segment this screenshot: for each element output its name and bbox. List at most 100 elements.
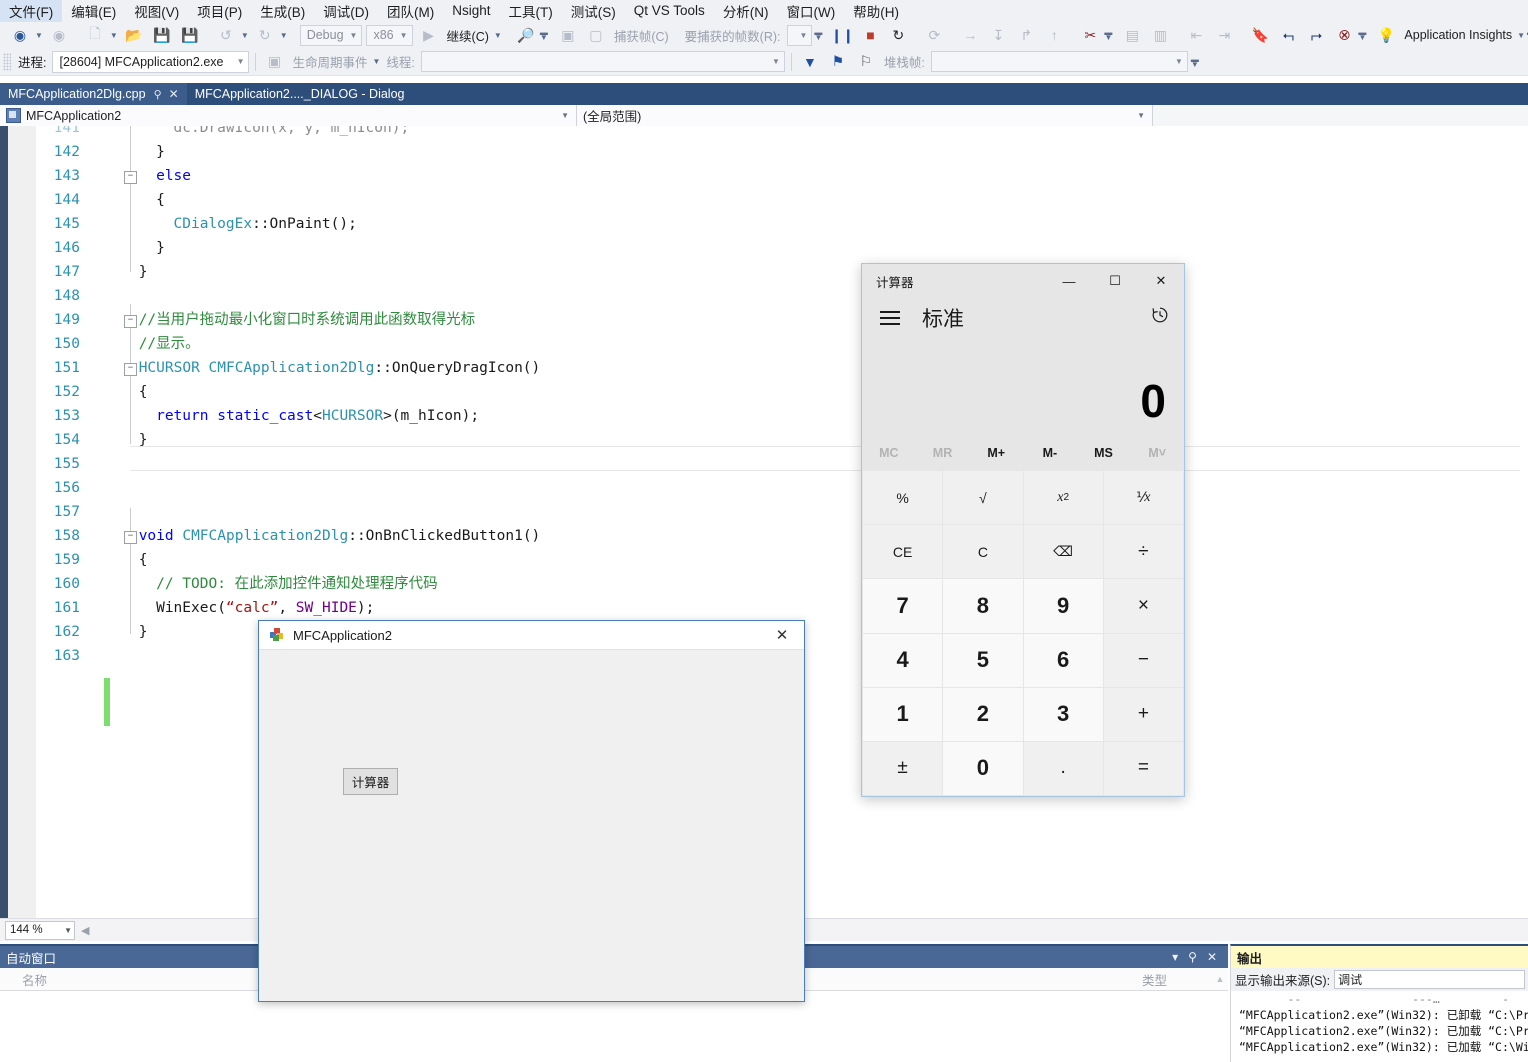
code-line[interactable]: void CMFCApplication2Dlg::OnBnClickedBut… [139,524,541,548]
calculator-launch-button[interactable]: 计算器 [343,768,398,795]
save-icon[interactable]: 💾 [148,24,176,46]
start-debug-icon[interactable]: ▶ [415,24,443,46]
redo-dropdown-icon[interactable]: ▼ [280,31,288,40]
comment-selection-icon[interactable]: ▤ [1118,24,1146,46]
toggle-bookmark-icon[interactable]: 🔖 [1246,24,1274,46]
step-up-icon[interactable]: ↑ [1040,24,1068,46]
toolbar-overflow-icon[interactable]: ▬▼ [814,25,822,45]
digit-3-button[interactable]: 3 [1023,687,1103,741]
memory-store-button[interactable]: MS [1077,446,1131,460]
close-icon[interactable]: ✕ [760,621,804,649]
class-select[interactable]: MFCApplication2 ▼ [0,105,577,126]
output-panel-body[interactable]: -- ---… - “MFCApplication2.exe”(Win32): … [1231,991,1528,1062]
subtract-button[interactable]: − [1103,633,1183,687]
process-select[interactable]: [28604] MFCApplication2.exe ▼ [52,50,250,73]
code-line[interactable]: WinExec(“calc”, SW_HIDE); [156,596,374,620]
lifecycle-events-dropdown-icon[interactable]: ▼ [373,57,381,66]
attach-process-icon[interactable]: 🔎 [512,24,540,46]
scroll-left-icon[interactable]: ◀ [75,924,95,937]
digit-8-button[interactable]: 8 [943,579,1023,633]
autos-column-type[interactable]: 类型 [1142,970,1212,989]
code-line[interactable]: } [156,140,165,164]
toolbar-overflow-icon[interactable]: ▬▼ [1104,25,1112,45]
application-insights-dropdown-icon[interactable]: ▼ [1517,31,1525,40]
digit-0-button[interactable]: 0 [943,741,1023,795]
navigate-forward-icon[interactable]: ◉ [45,24,73,46]
restart-icon[interactable]: ↻ [884,24,912,46]
code-line[interactable]: return static_cast<HCURSOR>(m_hIcon); [156,404,479,428]
fold-toggle-icon[interactable]: − [124,171,137,184]
show-next-statement-icon[interactable]: ⟳ [920,24,948,46]
digit-6-button[interactable]: 6 [1023,633,1103,687]
calculator-window[interactable]: 计算器 — ☐ ✕ 标准 0 MC MR M+ M- MS M˅ % √ x 2 ⅟ x C… [861,263,1185,797]
calculator-title-bar[interactable]: 计算器 — ☐ ✕ [862,264,1184,298]
new-project-icon[interactable]: 🗋 [81,24,109,46]
tab-mfcapplication2-dialog[interactable]: MFCApplication2...._DIALOG - Dialog [186,83,413,105]
history-icon[interactable] [1150,305,1170,331]
undo-icon[interactable]: ↺ [212,24,240,46]
maximize-icon[interactable]: ☐ [1092,265,1138,297]
code-line[interactable]: else [156,164,191,188]
lifecycle-events-label[interactable]: 生命周期事件 [288,52,371,71]
member-select[interactable]: (全局范围) ▼ [577,105,1153,126]
step-out-icon[interactable]: ↱ [1012,24,1040,46]
menu-help[interactable]: 帮助(H) [844,0,908,24]
code-line[interactable]: } [156,236,165,260]
digit-9-button[interactable]: 9 [1023,579,1103,633]
output-source-select[interactable]: 调试 [1334,970,1525,989]
menu-analyze[interactable]: 分析(N) [714,0,778,24]
digit-2-button[interactable]: 2 [943,687,1023,741]
previous-bookmark-icon[interactable]: ⮢ [1274,24,1302,46]
breakpoints-icon[interactable]: ✂ [1076,24,1104,46]
scroll-up-icon[interactable]: ▲ [1212,974,1228,984]
memory-add-button[interactable]: M+ [969,446,1023,460]
open-file-icon[interactable]: 📂 [120,24,148,46]
fold-toggle-icon[interactable]: − [124,363,137,376]
clear-entry-button[interactable]: CE [863,525,943,579]
toolbar-overflow-icon[interactable]: ▬▼ [540,25,548,45]
percent-button[interactable]: % [863,471,943,525]
code-line[interactable]: { [139,548,148,572]
continue-label[interactable]: 继续(C) [443,26,493,45]
code-line[interactable]: } [139,620,148,644]
stack-frame-select[interactable]: ▼ [930,51,1188,72]
solution-configuration-select[interactable]: Debug ▼ [299,24,363,46]
code-line[interactable]: dc.DrawIcon(x, y, m_hIcon); [174,126,410,140]
code-line[interactable]: } [139,428,148,452]
backspace-button[interactable]: ⌫ [1023,525,1103,579]
menu-qt-vs-tools[interactable]: Qt VS Tools [625,1,714,21]
step-over-icon[interactable]: → [956,24,984,46]
memory-subtract-button[interactable]: M- [1023,446,1077,460]
code-line[interactable]: { [156,188,165,212]
menu-nsight[interactable]: Nsight [443,1,499,21]
menu-project[interactable]: 项目(P) [188,0,251,24]
code-line[interactable]: { [139,380,148,404]
code-line[interactable]: CDialogEx::OnPaint(); [174,212,357,236]
uncomment-selection-icon[interactable]: ▥ [1146,24,1174,46]
pin-icon[interactable]: ⚲ [154,88,162,101]
frames-to-capture-select[interactable]: ▼ [786,24,813,46]
memory-list-button[interactable]: M˅ [1130,446,1184,460]
zoom-level-select[interactable]: 144 % ▼ [5,920,75,940]
solution-platform-select[interactable]: x86 ▼ [366,24,413,46]
menu-team[interactable]: 团队(M) [378,0,443,24]
undo-dropdown-icon[interactable]: ▼ [241,31,249,40]
increase-indent-icon[interactable]: ⇥ [1210,24,1238,46]
capture-frame-label[interactable]: 捕获帧(C) [610,26,673,45]
sign-button[interactable]: ± [863,741,943,795]
stop-debugging-icon[interactable]: ■ [856,24,884,46]
flag-toggle-icon[interactable]: ⚐ [852,51,880,73]
pin-icon[interactable]: ⚲ [1183,950,1202,964]
close-icon[interactable]: ✕ [1202,950,1222,964]
close-icon[interactable]: ✕ [169,87,179,101]
menu-window[interactable]: 窗口(W) [778,0,845,24]
fold-toggle-icon[interactable]: − [124,315,137,328]
code-line[interactable]: //当用户拖动最小化窗口时系统调用此函数取得光标 [139,308,475,332]
fold-toggle-icon[interactable]: − [124,531,137,544]
step-into-icon[interactable]: ↧ [984,24,1012,46]
minimize-icon[interactable]: — [1046,265,1092,297]
capture-screenshot-icon[interactable]: ▣ [554,24,582,46]
menu-view[interactable]: 视图(V) [125,0,188,24]
code-line[interactable]: HCURSOR CMFCApplication2Dlg::OnQueryDrag… [139,356,541,380]
code-line[interactable]: // TODO: 在此添加控件通知处理程序代码 [156,572,438,596]
